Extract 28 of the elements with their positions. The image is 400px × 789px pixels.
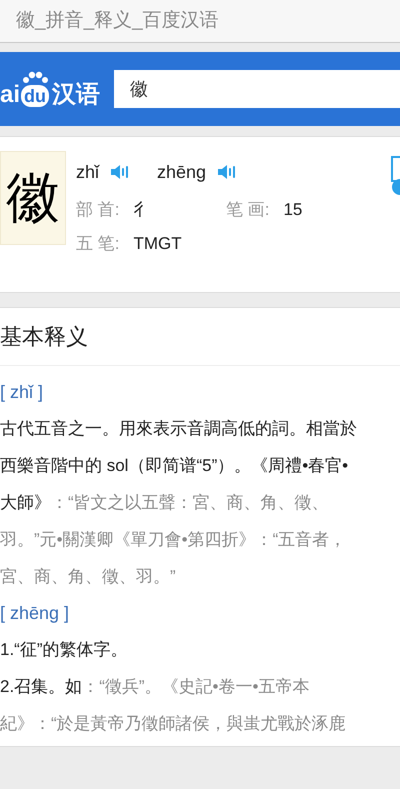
character-glyph: 徽 <box>6 171 60 225</box>
fact-value: 彳 <box>133 199 150 221</box>
search-field[interactable]: 徽 <box>114 70 400 108</box>
fact-label: 五 笔: <box>76 232 120 254</box>
fact-label: 部 首: <box>76 199 120 221</box>
speaker-icon[interactable] <box>216 162 236 182</box>
pinyin-label: [ zhēng ] <box>0 602 70 625</box>
definition-text: 大師》：“皆文之以五聲：宮、商、角、徵、 <box>0 492 329 514</box>
definition-text: 西樂音階中的 sol（即简谱“5”）。《周禮•春官• <box>0 455 348 477</box>
definition-text: 1.“征”的繁体字。 <box>0 639 128 661</box>
definition-text: 古代五音之一。用來表示音調高低的詞。相當於 <box>0 418 357 440</box>
paw-icon <box>20 71 50 85</box>
fact-value: TMGT <box>133 232 182 254</box>
definition-text: 2.召集。如：“徵兵”。《史記•卷一•五帝本 <box>0 676 310 698</box>
pinyin-text: zhēng <box>157 160 206 184</box>
definition-text: 紀》：“於是黃帝乃徵師諸侯，與蚩尤戰於涿鹿 <box>0 713 346 735</box>
definition-text: 羽。”元•關漢卿《單刀會•第四折》：“五音者， <box>0 529 346 551</box>
speaker-icon[interactable] <box>109 162 130 182</box>
definition-text: 宮、商、角、徵、羽。” <box>0 566 176 588</box>
page-title: 徽_拼音_释义_百度汉语 <box>16 8 219 33</box>
logo-text: ai <box>0 83 20 107</box>
fact-value: 15 <box>283 199 302 221</box>
pinyin-text: zhǐ <box>76 160 100 184</box>
section-heading: 基本释义 <box>0 323 88 351</box>
fact-label: 笔 画: <box>226 199 270 221</box>
pinyin-label: [ zhǐ ] <box>0 381 44 404</box>
logo-text: du <box>21 85 50 107</box>
logo-text: 汉语 <box>52 83 100 107</box>
